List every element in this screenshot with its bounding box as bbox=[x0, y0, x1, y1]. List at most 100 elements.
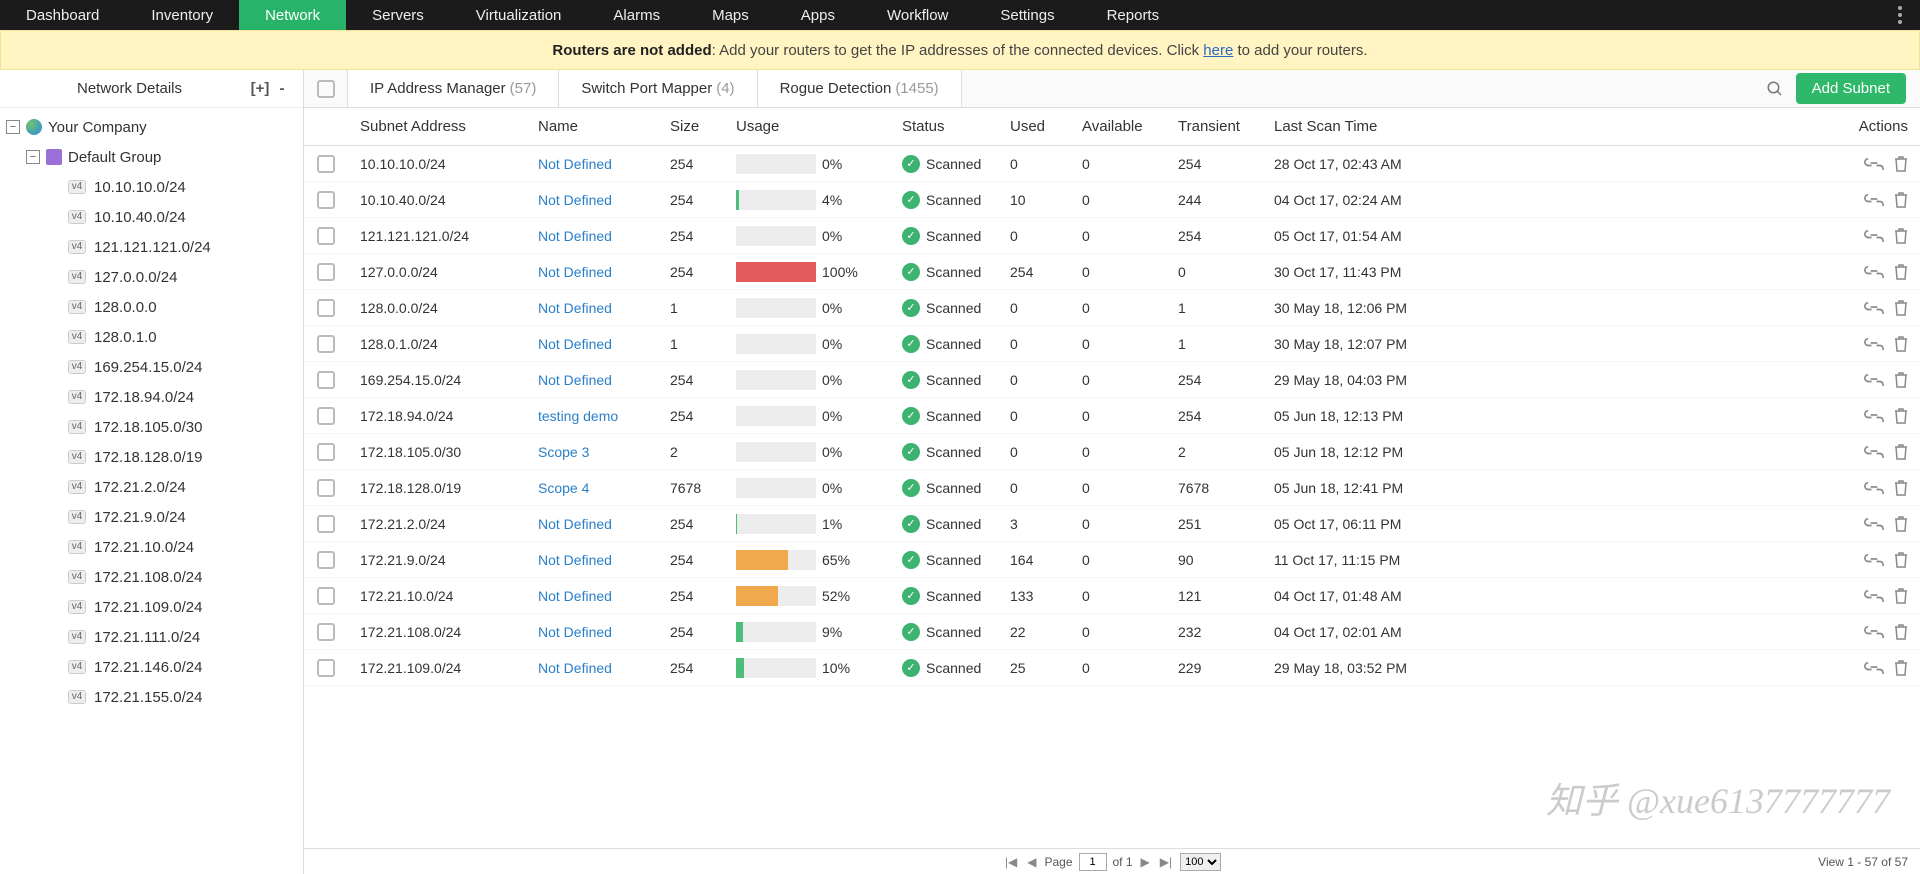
link-icon[interactable] bbox=[1864, 336, 1884, 352]
nav-network[interactable]: Network bbox=[239, 0, 346, 30]
cell-name-link[interactable]: testing demo bbox=[538, 408, 618, 424]
cell-name-link[interactable]: Not Defined bbox=[538, 372, 612, 388]
tree-subnet[interactable]: v4121.121.121.0/24 bbox=[0, 232, 303, 262]
trash-icon[interactable] bbox=[1894, 660, 1908, 676]
link-icon[interactable] bbox=[1864, 300, 1884, 316]
tree-subnet[interactable]: v4128.0.0.0 bbox=[0, 292, 303, 322]
tree-subnet[interactable]: v4172.21.108.0/24 bbox=[0, 562, 303, 592]
row-checkbox[interactable] bbox=[317, 191, 335, 209]
toggle-icon[interactable]: − bbox=[6, 120, 20, 134]
row-checkbox[interactable] bbox=[317, 299, 335, 317]
trash-icon[interactable] bbox=[1894, 408, 1908, 424]
nav-settings[interactable]: Settings bbox=[974, 0, 1080, 30]
tree-subnet[interactable]: v4172.21.146.0/24 bbox=[0, 652, 303, 682]
cell-name-link[interactable]: Scope 4 bbox=[538, 480, 589, 496]
search-icon[interactable] bbox=[1760, 74, 1790, 104]
link-icon[interactable] bbox=[1864, 588, 1884, 604]
row-checkbox[interactable] bbox=[317, 263, 335, 281]
nav-alarms[interactable]: Alarms bbox=[587, 0, 686, 30]
tree-subnet[interactable]: v4172.18.128.0/19 bbox=[0, 442, 303, 472]
col-available[interactable]: Available bbox=[1070, 118, 1166, 135]
tree-subnet[interactable]: v4172.18.94.0/24 bbox=[0, 382, 303, 412]
trash-icon[interactable] bbox=[1894, 228, 1908, 244]
tab[interactable]: Rogue Detection(1455) bbox=[758, 70, 962, 107]
link-icon[interactable] bbox=[1864, 408, 1884, 424]
nav-inventory[interactable]: Inventory bbox=[125, 0, 239, 30]
tree-subnet[interactable]: v4127.0.0.0/24 bbox=[0, 262, 303, 292]
tree-subnet[interactable]: v4128.0.1.0 bbox=[0, 322, 303, 352]
row-checkbox[interactable] bbox=[317, 659, 335, 677]
cell-name-link[interactable]: Not Defined bbox=[538, 228, 612, 244]
cell-name-link[interactable]: Not Defined bbox=[538, 552, 612, 568]
link-icon[interactable] bbox=[1864, 156, 1884, 172]
link-icon[interactable] bbox=[1864, 516, 1884, 532]
link-icon[interactable] bbox=[1864, 552, 1884, 568]
link-icon[interactable] bbox=[1864, 228, 1884, 244]
link-icon[interactable] bbox=[1864, 372, 1884, 388]
trash-icon[interactable] bbox=[1894, 264, 1908, 280]
row-checkbox[interactable] bbox=[317, 407, 335, 425]
col-subnet[interactable]: Subnet Address bbox=[348, 118, 526, 135]
trash-icon[interactable] bbox=[1894, 192, 1908, 208]
tab[interactable]: Switch Port Mapper(4) bbox=[559, 70, 757, 107]
nav-servers[interactable]: Servers bbox=[346, 0, 450, 30]
trash-icon[interactable] bbox=[1894, 480, 1908, 496]
nav-dashboard[interactable]: Dashboard bbox=[0, 0, 125, 30]
row-checkbox[interactable] bbox=[317, 623, 335, 641]
cell-name-link[interactable]: Not Defined bbox=[538, 192, 612, 208]
banner-link[interactable]: here bbox=[1203, 42, 1233, 59]
link-icon[interactable] bbox=[1864, 444, 1884, 460]
trash-icon[interactable] bbox=[1894, 372, 1908, 388]
row-checkbox[interactable] bbox=[317, 515, 335, 533]
col-size[interactable]: Size bbox=[658, 118, 724, 135]
tree-subnet[interactable]: v4172.21.2.0/24 bbox=[0, 472, 303, 502]
tree-subnet[interactable]: v4172.21.111.0/24 bbox=[0, 622, 303, 652]
cell-name-link[interactable]: Not Defined bbox=[538, 588, 612, 604]
row-checkbox[interactable] bbox=[317, 443, 335, 461]
col-used[interactable]: Used bbox=[998, 118, 1070, 135]
tree-subnet[interactable]: v4172.18.105.0/30 bbox=[0, 412, 303, 442]
cell-name-link[interactable]: Not Defined bbox=[538, 624, 612, 640]
tree-group[interactable]: − Default Group bbox=[0, 142, 303, 172]
select-all-checkbox[interactable] bbox=[317, 80, 335, 98]
trash-icon[interactable] bbox=[1894, 156, 1908, 172]
tree-subnet[interactable]: v4172.21.155.0/24 bbox=[0, 682, 303, 712]
row-checkbox[interactable] bbox=[317, 587, 335, 605]
tree-subnet[interactable]: v4172.21.9.0/24 bbox=[0, 502, 303, 532]
tree-root[interactable]: − Your Company bbox=[0, 112, 303, 142]
nav-reports[interactable]: Reports bbox=[1081, 0, 1186, 30]
pager-prev-icon[interactable]: ◀ bbox=[1025, 855, 1038, 869]
trash-icon[interactable] bbox=[1894, 624, 1908, 640]
nav-maps[interactable]: Maps bbox=[686, 0, 775, 30]
cell-name-link[interactable]: Not Defined bbox=[538, 156, 612, 172]
link-icon[interactable] bbox=[1864, 624, 1884, 640]
nav-virtualization[interactable]: Virtualization bbox=[450, 0, 588, 30]
nav-apps[interactable]: Apps bbox=[775, 0, 861, 30]
trash-icon[interactable] bbox=[1894, 516, 1908, 532]
tree-subnet[interactable]: v4169.254.15.0/24 bbox=[0, 352, 303, 382]
tab[interactable]: IP Address Manager(57) bbox=[348, 70, 559, 107]
pager-page-input[interactable] bbox=[1079, 853, 1107, 871]
tree-subnet[interactable]: v4172.21.10.0/24 bbox=[0, 532, 303, 562]
col-name[interactable]: Name bbox=[526, 118, 658, 135]
trash-icon[interactable] bbox=[1894, 552, 1908, 568]
link-icon[interactable] bbox=[1864, 480, 1884, 496]
nav-workflow[interactable]: Workflow bbox=[861, 0, 974, 30]
pager-last-icon[interactable]: ▶| bbox=[1158, 855, 1174, 869]
tree-subnet[interactable]: v410.10.10.0/24 bbox=[0, 172, 303, 202]
col-transient[interactable]: Transient bbox=[1166, 118, 1262, 135]
collapse-all-button[interactable]: - bbox=[271, 80, 293, 97]
col-scan[interactable]: Last Scan Time bbox=[1262, 118, 1434, 135]
row-checkbox[interactable] bbox=[317, 155, 335, 173]
cell-name-link[interactable]: Scope 3 bbox=[538, 444, 589, 460]
cell-name-link[interactable]: Not Defined bbox=[538, 516, 612, 532]
link-icon[interactable] bbox=[1864, 192, 1884, 208]
link-icon[interactable] bbox=[1864, 264, 1884, 280]
toggle-icon[interactable]: − bbox=[26, 150, 40, 164]
trash-icon[interactable] bbox=[1894, 336, 1908, 352]
tree-subnet[interactable]: v410.10.40.0/24 bbox=[0, 202, 303, 232]
pager-first-icon[interactable]: |◀ bbox=[1003, 855, 1019, 869]
cell-name-link[interactable]: Not Defined bbox=[538, 300, 612, 316]
pager-next-icon[interactable]: ▶ bbox=[1139, 855, 1152, 869]
col-usage[interactable]: Usage bbox=[724, 118, 890, 135]
